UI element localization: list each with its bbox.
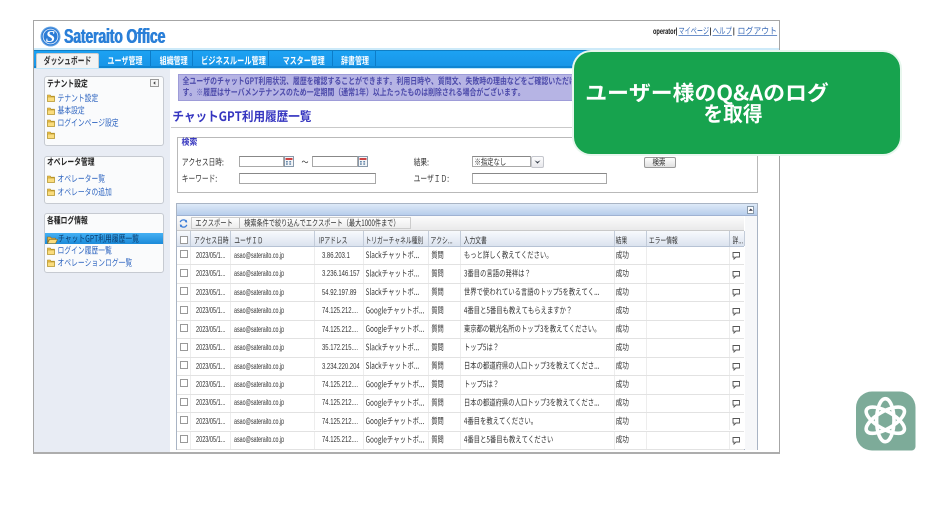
svg-text:S: S <box>45 27 54 46</box>
